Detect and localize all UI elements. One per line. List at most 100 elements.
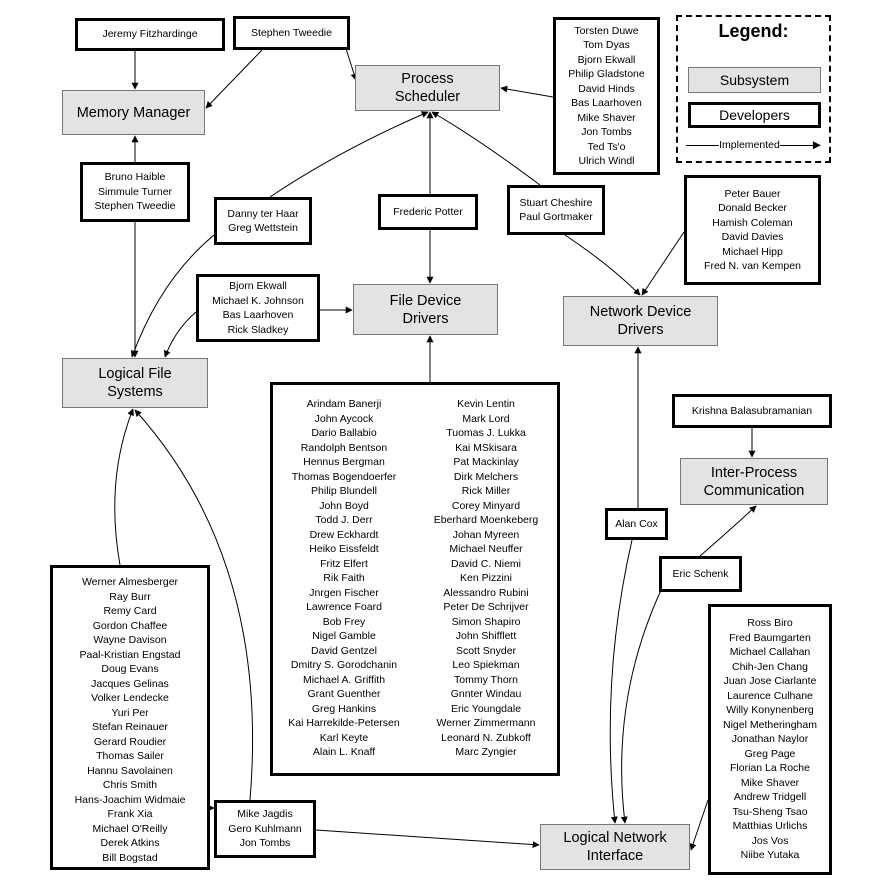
developer: Kai MSkisara: [455, 441, 517, 454]
developer: Alessandro Rubini: [443, 586, 529, 599]
subsystem-logical-file-systems: Logical File Systems: [62, 358, 208, 408]
developer: Simmule Turner: [97, 185, 173, 198]
arrow-eric-lni: [620, 587, 663, 824]
developer: Arindam Banerji: [306, 398, 382, 410]
legend-title: Legend:: [718, 21, 789, 41]
developer: Tuomas J. Lukka: [446, 427, 526, 439]
devs-stuart: Stuart Cheshire Paul Gortmaker: [507, 185, 605, 235]
devs-memory-jeremy: Jeremy Fitzhardinge: [75, 18, 225, 51]
developer: Alan Cox: [615, 517, 658, 530]
developer: Hennus Bergman: [303, 456, 385, 468]
developer: Greg Hankins: [311, 702, 377, 715]
developer: Nigel Gamble: [312, 630, 376, 642]
developer: Bjorn Ekwall: [577, 53, 636, 66]
arrow-tweedie-memory: [205, 49, 263, 109]
developer: Stephen Tweedie: [94, 200, 176, 213]
developer: Hans-Joachim Widmaie: [74, 793, 186, 806]
developer: Bas Laarhoven: [571, 97, 642, 109]
arrow-net-lni: [689, 799, 709, 851]
developer: Ken Pizzini: [460, 572, 512, 584]
developer: Werner Almesberger: [81, 576, 179, 588]
developer: Rick Sladkey: [227, 323, 289, 336]
arrow-alan-lni: [609, 539, 633, 824]
subsystem-file-device-drivers: File Device Drivers: [353, 284, 498, 335]
developer: Remy Card: [103, 605, 157, 617]
devs-krishna: Krishna Balasubramanian: [672, 394, 832, 428]
developer: Willy Konynenberg: [726, 704, 814, 716]
developer: Jnrgen Fischer: [309, 586, 379, 599]
devs-scheduler: Torsten Duwe Tom Dyas Bjorn Ekwall Philip G…: [553, 17, 660, 175]
developer: David Gentzel: [311, 644, 377, 657]
developer: Bjorn Ekwall: [229, 280, 287, 292]
developer: Mike Jagdis: [237, 808, 293, 821]
developer: Alain L. Knaff: [312, 746, 376, 758]
developer: Mark Lord: [462, 412, 510, 425]
developer: Juan Jose Ciarlante: [723, 675, 817, 687]
developer: Michael O'Reilly: [92, 822, 168, 835]
developer: Grant Guenther: [307, 688, 381, 700]
arrow-scheduler-devs: [500, 85, 554, 98]
subsystem-ipc: Inter-Process Communication: [680, 458, 828, 505]
arrow-mike-lni: [315, 829, 540, 849]
developer: Thomas Bogendoerfer: [291, 470, 397, 483]
devs-alan: Alan Cox: [605, 508, 668, 540]
subsystem-logical-network-interface: Logical Network Interface: [540, 824, 690, 870]
developer: Karl Keyte: [319, 731, 369, 744]
devs-network: Ross Biro Fred Baumgarten Michael Callahan…: [708, 604, 832, 875]
developer: Rik Faith: [323, 572, 365, 584]
developer: Stefan Reinauer: [92, 721, 168, 733]
developer: Michael A. Griffith: [302, 673, 386, 686]
devs-frederic: Frederic Potter: [378, 194, 478, 230]
subsystem-memory-manager: Memory Manager: [62, 90, 205, 135]
developer: Ross Biro: [747, 617, 793, 629]
developer: Tom Dyas: [583, 39, 630, 51]
devs-mike: Mike Jagdis Gero Kuhlmann Jon Tombs: [214, 800, 316, 858]
developer: Stuart Cheshire: [519, 196, 593, 209]
developer: Andrew Tridgell: [733, 791, 807, 803]
developer: Paul Gortmaker: [519, 211, 593, 223]
developer: Michael K. Johnson: [212, 294, 304, 307]
developer: Gerard Roudier: [93, 735, 167, 748]
developer: Nigel Metheringham: [723, 718, 817, 731]
developer: Chris Smith: [102, 779, 158, 791]
devs-eric: Eric Schenk: [659, 556, 742, 592]
devs-bjorn: Bjorn Ekwall Michael K. Johnson Bas Laarho…: [196, 274, 320, 342]
developer: David C. Niemi: [450, 557, 521, 570]
developer: Danny ter Haar: [227, 207, 299, 220]
developer: Bruno Haible: [104, 171, 166, 184]
developer: Fred N. van Kempen: [704, 260, 801, 272]
developer: Volker Lendecke: [91, 692, 169, 704]
developer: Dario Ballabio: [311, 427, 377, 439]
devs-file-device-right-column: Kevin Lentin Mark Lord Tuomas J. Lukka Kai …: [415, 397, 557, 760]
developer: Krishna Balasubramanian: [691, 404, 813, 417]
developer: Hannu Savolainen: [87, 764, 173, 777]
developer: Tommy Thorn: [454, 673, 518, 686]
developer: David Davies: [721, 231, 784, 243]
developer: Doug Evans: [101, 663, 159, 675]
developer: Ray Burr: [109, 590, 151, 603]
legend-implemented-label: Implemented: [719, 139, 780, 151]
developer: John Aycock: [314, 412, 374, 425]
developer: Paal-Kristian Engstad: [79, 648, 181, 661]
developer: Tsu-Sheng Tsao: [732, 805, 808, 818]
developer: Werner Zimmermann: [436, 717, 536, 729]
developer: Fritz Elfert: [320, 557, 368, 570]
developer: Laurence Culhane: [727, 689, 813, 702]
devs-filesystems: Werner Almesberger Ray Burr Remy Card Gordo…: [50, 565, 210, 870]
developer: Heiko Eissfeldt: [309, 543, 379, 555]
developer: Hamish Coleman: [712, 216, 793, 229]
developer: Dmitry S. Gorodchanin: [290, 659, 398, 671]
developer: Wayne Davison: [93, 634, 167, 646]
developer: David Hinds: [578, 82, 635, 95]
legend-implemented: Implemented ▶: [686, 139, 821, 151]
developer: Matthias Urlichs: [732, 820, 808, 832]
devs-tweedie: Stephen Tweedie: [233, 16, 350, 50]
developer: Greg Wettstein: [228, 222, 298, 234]
developer: Greg Page: [744, 747, 796, 760]
developer: John Shifflett: [455, 630, 517, 642]
developer: Simon Shapiro: [451, 615, 521, 628]
developer: Peter Bauer: [724, 187, 781, 200]
legend: Legend: Subsystem Developers Implemented…: [676, 15, 831, 163]
subsystem-network-device-drivers: Network Device Drivers: [563, 296, 718, 346]
developer: Jacques Gelinas: [91, 677, 169, 690]
